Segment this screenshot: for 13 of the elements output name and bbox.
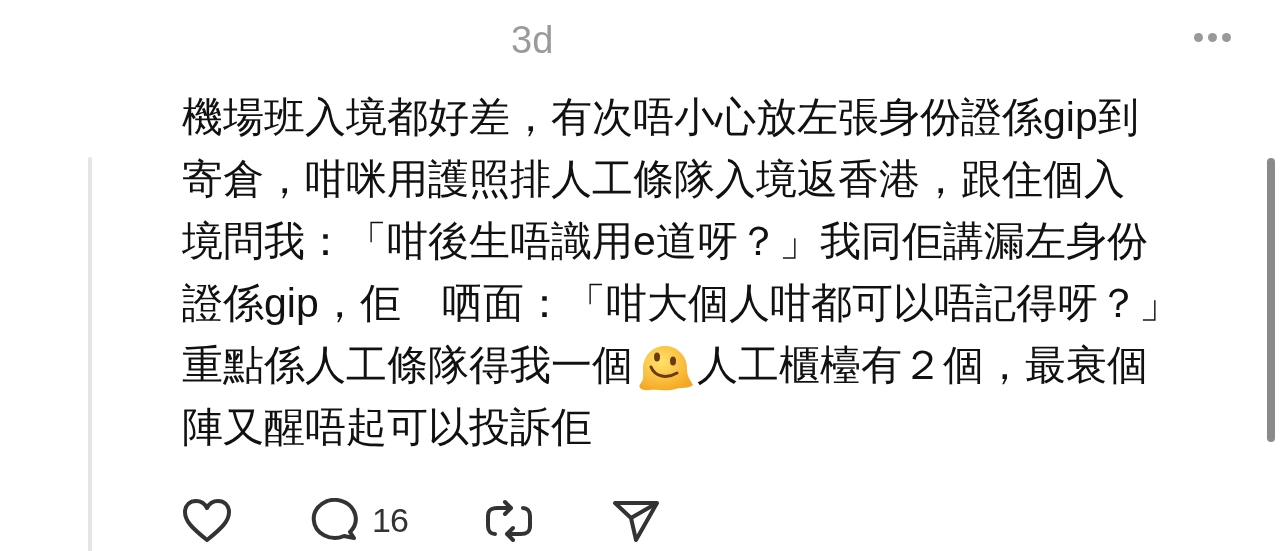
post-text: 重點係人工條隊得我一個 — [182, 341, 633, 390]
post-text: 機場班入境都好差，有次唔小心放左張身份證係gip到 — [182, 93, 1139, 142]
post-text: 陣又醒唔起可以投訴佢 — [182, 403, 592, 452]
post-time: 3d — [511, 19, 554, 61]
more-icon[interactable] — [1194, 33, 1231, 42]
reply-count: 16 — [372, 500, 408, 541]
scrollbar[interactable] — [1267, 158, 1275, 442]
post-text: 證係gip，佢 哂面：「咁大個人咁都可以唔記得呀？」 — [182, 279, 1180, 328]
repost-icon[interactable] — [483, 497, 534, 544]
heart-icon[interactable] — [182, 497, 232, 544]
post-text: 境問我：「咁後生唔識用e道呀？」我同佢講漏左身份 — [182, 217, 1148, 266]
post-text: 寄倉，咁咪用護照排人工條隊入境返香港，跟住個入 — [182, 155, 1125, 204]
post-text: 人工櫃檯有２個，最衰個 — [697, 341, 1148, 390]
